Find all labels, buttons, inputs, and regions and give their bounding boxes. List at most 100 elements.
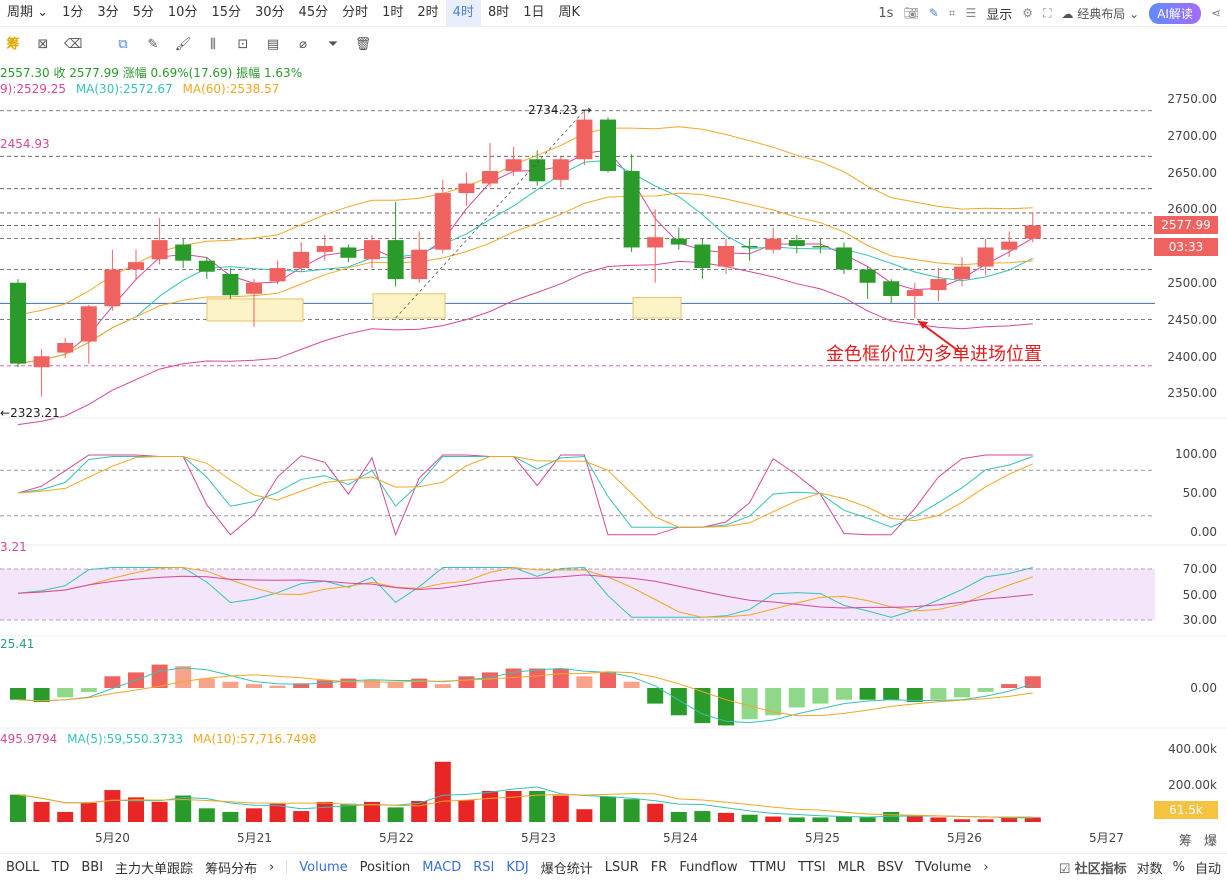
low-price-label: ←2323.21 xyxy=(0,406,60,420)
chip-distribution-icon[interactable]: 筹 xyxy=(1179,834,1192,849)
indicator-lsur-11[interactable]: LSUR xyxy=(599,860,645,875)
indicator-ttmu-14[interactable]: TTMU xyxy=(744,860,792,875)
entry-zone-box xyxy=(632,296,682,319)
candle-body xyxy=(482,171,498,184)
bottom-right-icons: 筹 爆 xyxy=(1179,830,1217,849)
pencil-icon[interactable]: ✎ xyxy=(929,6,939,20)
volume-bar xyxy=(222,811,239,822)
fullscreen-icon[interactable]: ⛶ xyxy=(1043,6,1051,21)
period-dropdown[interactable]: 周期 ⌄ xyxy=(0,0,55,26)
timeframe-2[interactable]: 5分 xyxy=(126,0,161,26)
timeframe-1[interactable]: 3分 xyxy=(90,0,125,26)
interval-label[interactable]: 1s xyxy=(878,6,893,21)
indicator-fr-12[interactable]: FR xyxy=(645,860,674,875)
volume-axis-label: 400.00k xyxy=(1168,742,1217,756)
display-label[interactable]: 显示 xyxy=(986,4,1012,23)
countdown-tag: 03:33 xyxy=(1154,238,1218,256)
chart-canvas[interactable] xyxy=(0,33,1227,853)
candle-body xyxy=(623,171,640,248)
crop-icon[interactable]: ⌗ xyxy=(949,6,956,21)
date-label: 5月21 xyxy=(237,831,272,845)
share-icon[interactable]: ⋖ xyxy=(1211,6,1221,20)
indicator-macd-7[interactable]: MACD xyxy=(416,860,467,875)
indicator-kdj-9[interactable]: KDJ xyxy=(500,860,534,875)
timeframe-7[interactable]: 分时 xyxy=(335,0,375,26)
indicator-bbi-2[interactable]: BBI xyxy=(75,860,109,875)
candle-body xyxy=(647,237,664,248)
candle-body xyxy=(741,246,758,248)
layout-dropdown[interactable]: ☁ 经典布局 ⌄ xyxy=(1061,5,1139,22)
indicator-tvolume-18[interactable]: TVolume xyxy=(909,860,977,875)
volume-bar xyxy=(246,808,262,822)
scroll-right-icon[interactable]: › xyxy=(263,860,280,875)
indicator-rsi-8[interactable]: RSI xyxy=(467,860,500,875)
macd-axis-label: 0.00 xyxy=(1190,681,1217,695)
indicator-boll-0[interactable]: BOLL xyxy=(0,860,45,875)
candle-body xyxy=(765,238,782,250)
candle-body xyxy=(1024,225,1041,239)
indicator-bar: BOLL TD BBI 主力大单跟踪 筹码分布 › Volume Position MACD RS… xyxy=(0,853,1227,880)
timeframe-3[interactable]: 10分 xyxy=(161,0,205,26)
settings-icon[interactable]: ⚙ xyxy=(1022,6,1033,20)
timeframe-6[interactable]: 45分 xyxy=(292,0,336,26)
price-axis-label: 2400.00 xyxy=(1167,349,1217,364)
volume-bar xyxy=(954,819,970,822)
volume-value: 495.9794 xyxy=(0,732,58,746)
timeframe-13[interactable]: 周K xyxy=(552,0,588,26)
macd-bar xyxy=(364,680,380,688)
indicator-position-6[interactable]: Position xyxy=(354,860,417,875)
volume-bar xyxy=(836,816,852,822)
indicator-mlr-16[interactable]: MLR xyxy=(832,860,872,875)
volume-bar xyxy=(859,817,876,822)
macd-bar xyxy=(623,681,640,688)
indicator--10[interactable]: 爆仓统计 xyxy=(535,858,599,877)
timeframe-11[interactable]: 8时 xyxy=(481,0,516,26)
divider xyxy=(286,860,288,874)
top-right-controls: 1s 📷︎ ✎ ⌗ ☰ 显示 ⚙ ⛶ ☁ 经典布局 ⌄ AI解读 ⋖ xyxy=(878,0,1227,26)
volume-bar xyxy=(505,790,522,822)
macd-bar xyxy=(151,664,168,688)
entry-zone-box xyxy=(372,293,446,319)
timeframe-0[interactable]: 1分 xyxy=(55,0,90,26)
indicator-td-1[interactable]: TD xyxy=(45,860,75,875)
liquidation-icon[interactable]: 爆 xyxy=(1204,834,1217,849)
percent-toggle[interactable]: % xyxy=(1173,860,1185,875)
volume-bar xyxy=(57,811,74,822)
macd-bar xyxy=(670,688,687,716)
high-price-label: 2734.23 → xyxy=(528,103,592,117)
macd-bar xyxy=(222,681,239,688)
indicator-ttsi-15[interactable]: TTSI xyxy=(792,860,832,875)
indicator-fundflow-13[interactable]: Fundflow xyxy=(673,860,743,875)
volume-bar xyxy=(482,790,498,822)
log-toggle[interactable]: 对数 xyxy=(1137,858,1163,877)
price-axis-label: 2350.00 xyxy=(1167,386,1217,401)
volume-bar xyxy=(434,761,451,822)
date-label: 5月23 xyxy=(521,831,556,845)
candle-body xyxy=(151,240,168,260)
candle-body xyxy=(80,306,97,342)
indicator-bsv-17[interactable]: BSV xyxy=(871,860,909,875)
indicator-volume-5[interactable]: Volume xyxy=(293,860,353,875)
community-label: 社区指标 xyxy=(1074,861,1127,877)
timeframe-4[interactable]: 15分 xyxy=(204,0,248,26)
indicator--4[interactable]: 筹码分布 xyxy=(199,858,263,877)
volume-bar xyxy=(788,817,805,822)
timeframe-10[interactable]: 4时 xyxy=(445,0,481,26)
macd-bar xyxy=(765,688,782,716)
scroll-right-icon[interactable]: › xyxy=(977,860,994,875)
timeframe-12[interactable]: 1日 xyxy=(516,0,551,26)
timeframe-9[interactable]: 2时 xyxy=(410,0,445,26)
layout-label: 经典布局 xyxy=(1077,6,1126,21)
volume-bar xyxy=(104,790,121,822)
timeframe-5[interactable]: 30分 xyxy=(248,0,292,26)
menu-icon[interactable]: ☰ xyxy=(966,6,977,20)
current-price-tag: 2577.99 xyxy=(1154,216,1218,234)
ai-interpret-button[interactable]: AI解读 xyxy=(1149,2,1201,24)
camera-icon[interactable]: 📷︎ xyxy=(903,6,918,20)
indicator--3[interactable]: 主力大单跟踪 xyxy=(109,858,199,877)
community-indicators-button[interactable]: ☑ 社区指标 xyxy=(1059,858,1127,877)
timeframe-bar: 周期 ⌄ 1分 3分 5分 10分 15分 30分 45分 分时 1时 2时 4时 8时 1日 周K 1s… xyxy=(0,0,1227,27)
timeframe-8[interactable]: 1时 xyxy=(375,0,410,26)
auto-toggle[interactable]: 自动 xyxy=(1195,858,1221,877)
candle-body xyxy=(316,246,333,252)
